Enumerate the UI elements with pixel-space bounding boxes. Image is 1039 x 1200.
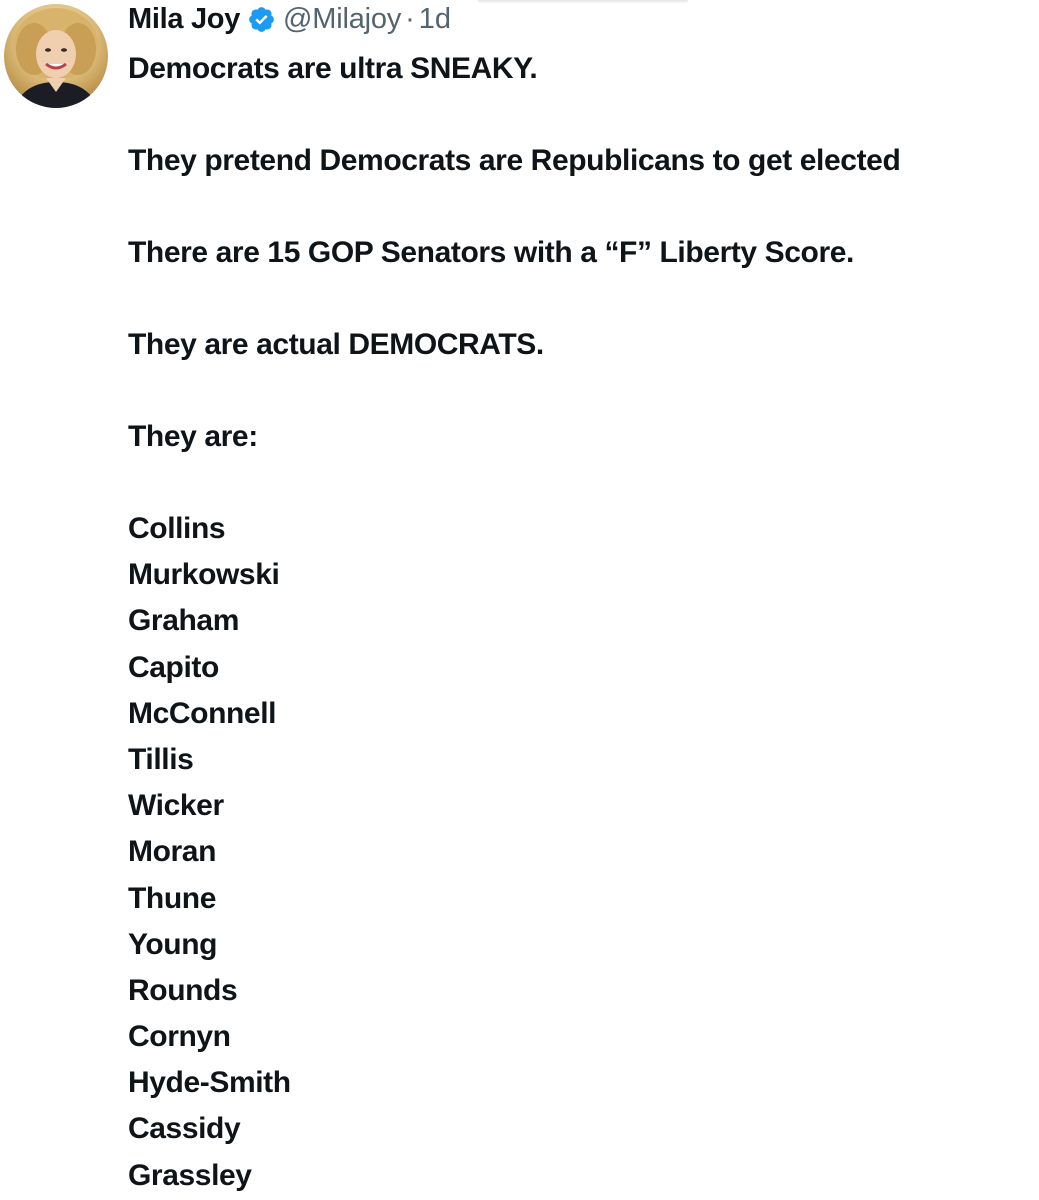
tweet-paragraph: They pretend Democrats are Republicans t… <box>128 144 901 177</box>
list-item: McConnell <box>128 696 277 730</box>
avatar[interactable] <box>4 4 108 108</box>
list-item: Moran <box>128 835 217 869</box>
tweet-paragraph: They are: <box>128 420 258 453</box>
list-item: Rounds <box>128 973 238 1007</box>
tweet-text: Democrats are ultra SNEAKY. They pretend… <box>128 46 1038 1199</box>
tweet-timestamp[interactable]: 1d <box>419 3 451 36</box>
list-item: Cornyn <box>128 1020 231 1054</box>
top-edge-shadow <box>478 0 688 4</box>
tweet-header: Mila Joy @Milajoy · 1d <box>128 0 451 38</box>
tweet-paragraph: Democrats are ultra SNEAKY. <box>128 52 538 85</box>
separator-dot: · <box>405 2 415 35</box>
list-item: Young <box>128 927 218 961</box>
author-handle[interactable]: @Milajoy <box>283 3 401 36</box>
tweet-paragraph: There are 15 GOP Senators with a “F” Lib… <box>128 236 854 269</box>
list-item: Cassidy <box>128 1112 241 1146</box>
list-item: Hyde-Smith <box>128 1066 291 1100</box>
list-item: Wicker <box>128 789 224 823</box>
list-item: Capito <box>128 650 219 684</box>
senator-list: Collins Murkowski Graham Capito McConnel… <box>128 506 1038 1199</box>
verified-badge-icon <box>247 5 276 34</box>
list-item: Murkowski <box>128 558 280 592</box>
list-item: Tillis <box>128 742 194 776</box>
list-item: Collins <box>128 512 226 545</box>
list-item: Grassley <box>128 1158 252 1192</box>
list-item: Graham <box>128 604 239 638</box>
author-display-name[interactable]: Mila Joy <box>128 3 240 36</box>
avatar-photo <box>14 8 98 108</box>
list-item: Thune <box>128 881 216 915</box>
tweet-paragraph: They are actual DEMOCRATS. <box>128 328 544 361</box>
